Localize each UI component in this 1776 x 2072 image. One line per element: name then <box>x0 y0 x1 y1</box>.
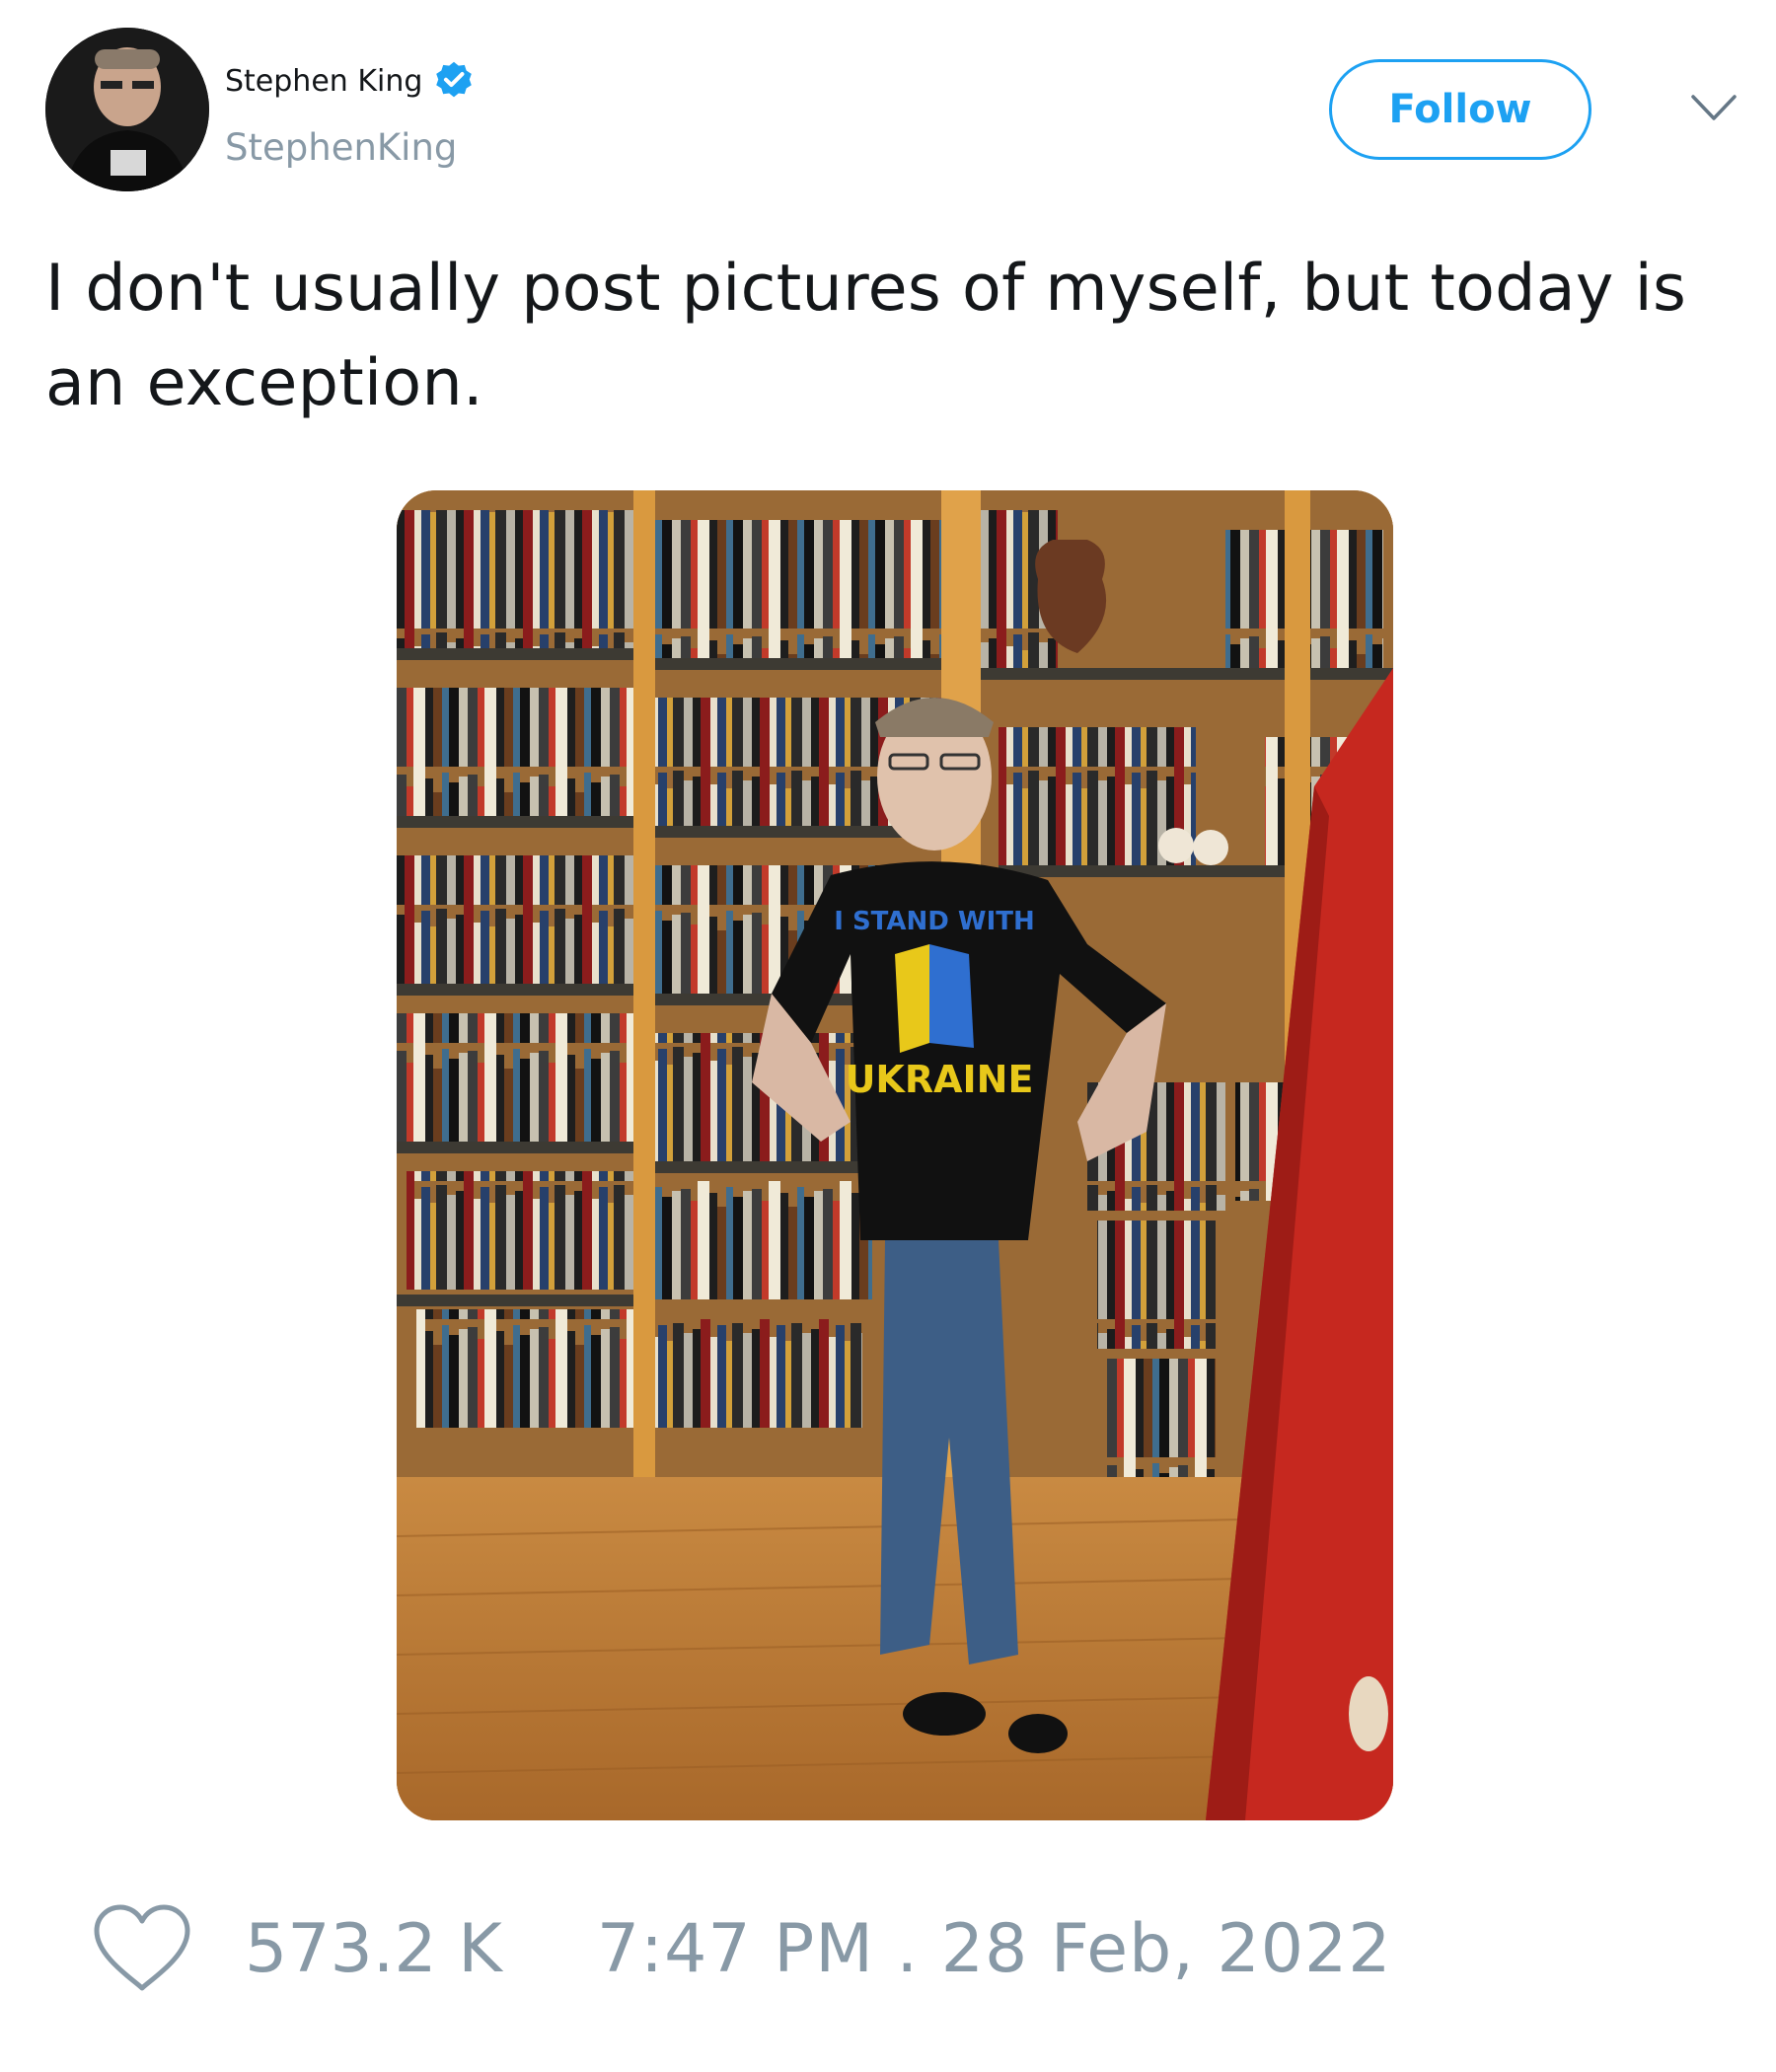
verified-badge-icon <box>432 59 476 103</box>
like-count: 573.2 K <box>245 1909 502 1988</box>
bookshelf-photo: I STAND WITH UKRAINE <box>397 490 1393 1820</box>
author-name-row[interactable]: Stephen King <box>225 59 476 103</box>
avatar[interactable] <box>45 28 209 191</box>
follow-button[interactable]: Follow <box>1329 59 1591 160</box>
tweet-footer: 573.2 K 7:47 PM . 28 Feb, 2022 <box>89 1899 1392 1998</box>
heart-icon[interactable] <box>89 1901 195 1996</box>
author-handle[interactable]: StephenKing <box>225 126 457 169</box>
tweet-timestamp[interactable]: 7:47 PM . 28 Feb, 2022 <box>597 1910 1392 1988</box>
tweet-text: I don't usually post pictures of myself,… <box>45 252 1687 420</box>
shirt-text-bottom: UKRAINE <box>846 1058 1034 1101</box>
profile-photo <box>45 28 209 191</box>
display-name[interactable]: Stephen King <box>225 64 422 99</box>
shirt-text-top: I STAND WITH <box>834 907 1035 936</box>
tweet-photo[interactable]: I STAND WITH UKRAINE <box>397 490 1393 1820</box>
chevron-down-icon[interactable] <box>1689 91 1739 126</box>
